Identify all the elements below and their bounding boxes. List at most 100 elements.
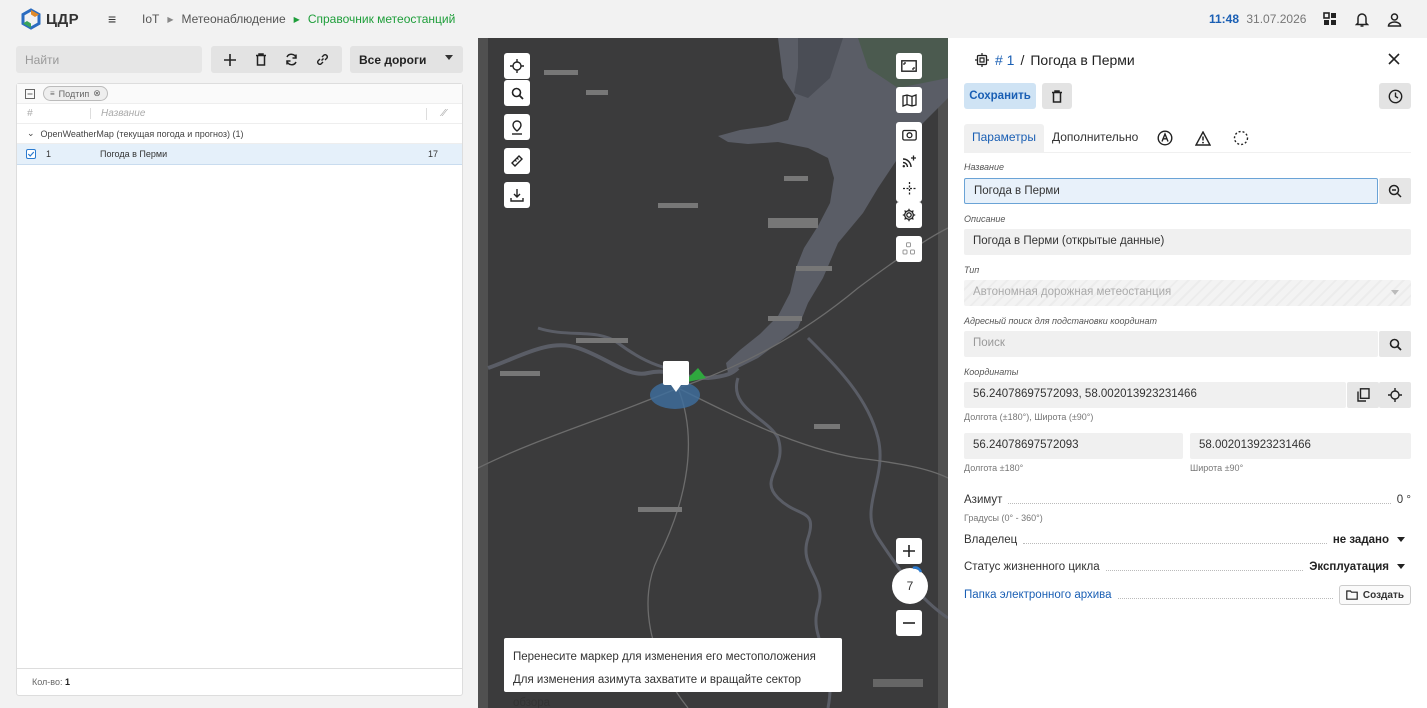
caret-down-icon [445,55,453,61]
type-value: Автономная дорожная метеостанция [973,286,1172,298]
archive-folder-row: Папка электронного архива Создать [964,584,1411,606]
fullscreen-icon[interactable] [896,53,922,79]
row-num: 1 [46,149,52,159]
group-label: OpenWeatherMap (текущая погода и прогноз… [40,128,244,139]
camera-icon[interactable] [901,129,917,141]
apps-grid-icon[interactable] [1320,9,1340,29]
row-name: Погода в Перми [100,149,168,159]
longitude-hint: Долгота ±180° [964,463,1024,473]
ruler-icon[interactable] [504,148,530,174]
tab-additional[interactable]: Дополнительно [1044,124,1146,152]
chevron-right-icon: ▶ [293,14,300,24]
coordinates-field[interactable]: 56.24078697572093, 58.002013923231466 [964,382,1346,408]
column-header-num[interactable]: # [17,108,91,119]
column-header-name[interactable]: Название [91,108,462,119]
type-select: Автономная дорожная метеостанция [964,280,1411,306]
latitude-field[interactable]: 58.002013923231466 [1190,433,1411,459]
longitude-field[interactable]: 56.24078697572093 [964,433,1183,459]
coordinates-hint: Долгота (±180°), Широта (±90°) [964,412,1094,422]
app-logo[interactable]: ЦДР [20,8,79,30]
trash-icon [1052,89,1062,103]
caret-down-icon[interactable] [1397,564,1405,570]
map-view[interactable]: 7 Перенесите маркер для изменения его ме… [478,38,948,708]
name-field[interactable]: Погода в Перми [964,178,1378,204]
zoom-to-object-icon[interactable] [1379,178,1411,204]
row-value: 17 [428,149,439,159]
filter-row: ≡ Подтип ⊗ [17,84,462,104]
hamburger-menu-icon[interactable]: ≡ [108,11,116,27]
map-background [478,38,948,708]
history-button[interactable] [1379,83,1411,109]
map-hint: Перенесите маркер для изменения его мест… [504,638,842,708]
lifecycle-status-value[interactable]: Эксплуатация [1309,561,1389,573]
map-hint-line1: Перенесите маркер для изменения его мест… [513,651,816,663]
add-icon[interactable] [219,49,241,71]
owner-value[interactable]: не задано [1333,534,1389,546]
tab-dotted-circle-icon[interactable] [1230,127,1252,149]
map-pin-icon[interactable] [504,114,530,140]
close-icon[interactable] [1388,53,1400,65]
description-label: Описание [964,214,1006,224]
name-label: Название [964,162,1004,172]
row-checkbox[interactable] [26,149,40,159]
tab-a-circle-icon[interactable] [1154,127,1176,149]
user-icon[interactable] [1384,9,1404,29]
chevron-down-icon[interactable]: ⌄ [27,128,35,139]
description-field[interactable]: Погода в Перми (открытые данные) [964,229,1411,255]
search-icon[interactable] [504,80,530,106]
breadcrumb-item-iot[interactable]: IoT [142,12,159,26]
bell-icon[interactable] [1352,9,1372,29]
azimuth-value[interactable]: 0 ° [1397,494,1411,506]
map-hint-line2: Для изменения азимута захватите и вращай… [513,674,802,708]
caret-down-icon[interactable] [1397,537,1405,543]
row-count-value: 1 [65,677,71,687]
pick-on-map-icon[interactable] [1379,382,1411,408]
download-icon[interactable] [504,182,530,208]
lifecycle-status-row[interactable]: Статус жизненного цикла Эксплуатация [964,559,1411,575]
azimuth-row[interactable]: Азимут 0 ° [964,492,1411,508]
breadcrumb-item-meteo[interactable]: Метеонаблюдение [182,12,286,26]
search-icon[interactable] [1379,331,1411,357]
map-layers-icon[interactable] [896,87,922,113]
components-icon[interactable] [896,236,922,262]
copy-icon[interactable] [1347,382,1379,408]
save-button[interactable]: Сохранить [964,83,1036,109]
chevron-right-icon: ▶ [167,14,174,24]
top-bar: ЦДР ≡ IoT ▶ Метеонаблюдение ▶ Справочник… [0,0,1427,38]
search-input[interactable]: Найти [16,46,202,73]
link-icon[interactable] [312,49,334,71]
table-row[interactable]: 1 Погода в Перми 17 [17,144,462,165]
azimuth-hint: Градусы (0° - 360°) [964,513,1043,523]
column-settings-icon[interactable]: ⁄⁄ [443,108,446,119]
row-count: Кол-во: 1 [32,677,70,687]
record-number: # 1 [995,52,1015,68]
group-row[interactable]: ⌄ OpenWeatherMap (текущая погода и прогн… [17,124,462,144]
zoom-in-icon[interactable] [896,538,922,564]
delete-button[interactable] [1042,83,1072,109]
trash-icon[interactable] [250,49,272,71]
azimuth-label: Азимут [964,494,1003,506]
address-search-input[interactable]: Поиск [964,331,1378,357]
tab-parameters[interactable]: Параметры [964,124,1044,152]
rss-add-icon[interactable] [902,155,917,168]
archive-folder-link[interactable]: Папка электронного архива [964,589,1112,601]
collapse-icon[interactable] [25,88,35,99]
settings-gear-icon[interactable] [896,202,922,228]
zoom-level[interactable]: 7 [892,566,928,604]
zoom-out-icon[interactable] [896,610,922,636]
owner-row[interactable]: Владелец не задано [964,532,1411,548]
panel-title: # 1 / Погода в Перми [975,52,1135,68]
crosshair-dotted-icon[interactable] [902,182,916,195]
locate-icon[interactable] [504,53,530,79]
tabs: Параметры Дополнительно [964,124,1260,152]
clock-time: 11:48 [1209,12,1240,26]
tab-warning-icon[interactable] [1192,127,1214,149]
map-tool-group [896,122,922,202]
breadcrumb-item-current: Справочник метеостанций [307,12,456,26]
remove-chip-icon[interactable]: ⊗ [93,88,101,99]
roads-select[interactable]: Все дороги [350,46,463,73]
list-toolbar [211,46,342,73]
refresh-icon[interactable] [281,49,303,71]
create-folder-button[interactable]: Создать [1338,585,1411,605]
filter-chip-subtype[interactable]: ≡ Подтип ⊗ [43,86,108,101]
